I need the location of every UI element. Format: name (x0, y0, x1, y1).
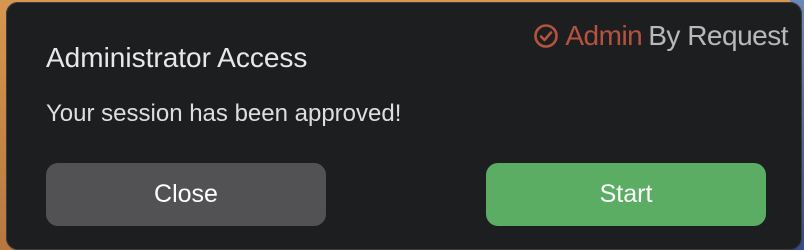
close-button[interactable]: Close (46, 163, 326, 226)
check-circle-icon (534, 24, 559, 48)
access-dialog: Admin By Request Administrator Access Yo… (6, 2, 802, 250)
start-button[interactable]: Start (486, 163, 766, 226)
brand-name-admin: Admin (565, 20, 643, 51)
brand-name-by-request: By Request (648, 20, 788, 51)
dialog-title: Administrator Access (46, 42, 308, 73)
dialog-message: Your session has been approved! (46, 100, 402, 127)
brand-logo: Admin By Request (533, 20, 788, 52)
